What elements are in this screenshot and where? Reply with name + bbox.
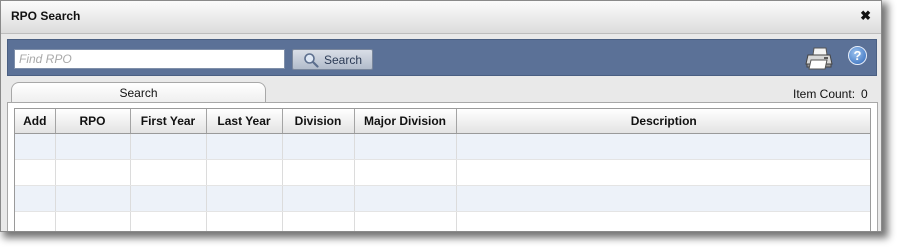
printer-icon[interactable] (805, 46, 833, 70)
help-icon[interactable]: ? (848, 46, 867, 65)
column-header-major-division[interactable]: Major Division (354, 109, 457, 134)
rpo-search-dialog: RPO Search ✖ Search ? Search Item Count:… (0, 0, 882, 232)
tab-search[interactable]: Search (11, 82, 266, 103)
item-count: Item Count: 0 (793, 87, 868, 101)
search-button[interactable]: Search (292, 49, 373, 70)
close-icon[interactable]: ✖ (860, 8, 871, 24)
search-results-panel: Add RPO First Year Last Year Division Ma… (7, 102, 878, 231)
window-title: RPO Search (11, 9, 81, 23)
empty-grid-row (15, 211, 870, 231)
column-header-rpo[interactable]: RPO (55, 109, 131, 134)
item-count-value: 0 (861, 87, 868, 101)
column-header-division[interactable]: Division (282, 109, 355, 134)
empty-grid-row (15, 159, 870, 186)
results-grid: Add RPO First Year Last Year Division Ma… (14, 108, 871, 231)
search-toolbar: Search ? (7, 39, 877, 76)
item-count-label: Item Count: (793, 87, 856, 101)
grid-header-row: Add RPO First Year Last Year Division Ma… (15, 109, 870, 134)
column-header-last-year[interactable]: Last Year (206, 109, 283, 134)
column-header-first-year[interactable]: First Year (130, 109, 207, 134)
find-rpo-input[interactable] (14, 49, 285, 69)
empty-grid-row (15, 185, 870, 212)
magnifier-icon (304, 52, 319, 68)
empty-grid-row (15, 133, 870, 160)
column-header-description[interactable]: Description (456, 109, 870, 134)
search-button-label: Search (323, 52, 363, 67)
title-bar[interactable]: RPO Search ✖ (1, 1, 881, 34)
column-header-add[interactable]: Add (15, 109, 56, 134)
